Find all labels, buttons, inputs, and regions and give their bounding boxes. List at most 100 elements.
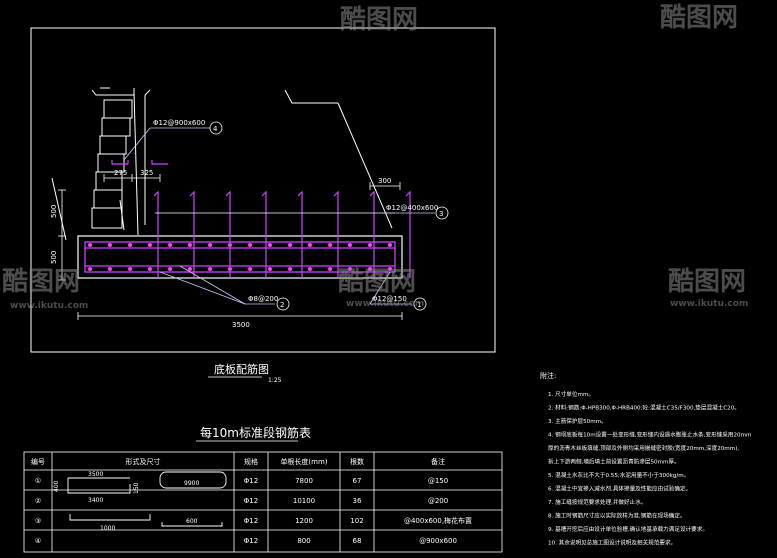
dim-275: 275 — [114, 169, 127, 177]
vertical-bar — [261, 190, 267, 278]
table-title: 每10m标准段钢筋表 — [200, 425, 311, 440]
vertical-bars — [153, 190, 411, 278]
dim-3500: 3500 — [232, 321, 250, 329]
drawing-scale: 1:25 — [268, 377, 282, 384]
note-line: 9. 基槽开挖后应由设计单位验槽,确认地基承载力满足设计要求。 — [548, 525, 708, 533]
rebar-dot — [168, 267, 172, 271]
shape-2: 9900 — [184, 480, 199, 487]
vertical-bar — [297, 190, 303, 278]
rebar-dot — [308, 243, 312, 247]
table-cell: 67 — [353, 477, 362, 485]
rebar-dot — [88, 267, 92, 271]
table-header-cell: 根数 — [350, 457, 364, 466]
rebar-dot — [88, 243, 92, 247]
rebar-dot — [128, 243, 132, 247]
notes-title: 附注: — [540, 371, 556, 380]
dim-500-upper: 500 — [50, 205, 58, 218]
note-line: 6. 混凝土中宜掺入减水剂,具体掺量及性能应由试验确定。 — [548, 485, 691, 493]
note-line: 8. 施工时钢筋尺寸应以实际放样为准,钢筋在现场确定。 — [548, 512, 686, 520]
table-cell: 1200 — [295, 517, 313, 525]
rebar-dot — [248, 243, 252, 247]
watermark-brand-1: 酷图网 — [2, 267, 80, 297]
table-cell: Φ12 — [244, 517, 258, 525]
rebar-dot — [148, 267, 152, 271]
stone-wall — [91, 88, 151, 236]
note-line: 10. 其余说明见总施工图设计说明及相关规范要求。 — [548, 539, 676, 547]
note-line: 1. 尺寸单位mm。 — [548, 390, 594, 398]
shape-1-bottom: 3400 — [88, 497, 103, 504]
table-cell: ① — [35, 477, 41, 485]
rebar-dot — [208, 267, 212, 271]
vertical-bar — [333, 190, 339, 278]
rebar-dot — [108, 267, 112, 271]
rebar-dot — [268, 267, 272, 271]
notes-block: 附注: 1. 尺寸单位mm。 2. 材料:钢筋:Φ-HPB300,Φ-HRB400;… — [540, 371, 751, 547]
dim-300: 300 — [378, 177, 391, 185]
slope-lines — [51, 87, 393, 241]
shape-1-left: 400 — [53, 480, 60, 492]
table-header-cell: 形式及尺寸 — [126, 457, 161, 466]
table-cell: @400x600,梅花布置 — [404, 516, 472, 525]
watermark-brand-5: 酷图网 — [668, 267, 746, 297]
vertical-bar — [369, 190, 375, 278]
rebar-dot — [148, 243, 152, 247]
callout-2-num: 2 — [280, 301, 284, 309]
watermark-url-1: www.ikutu.com — [10, 301, 88, 311]
vertical-bar — [153, 190, 159, 278]
note-line: 2. 材料:钢筋:Φ-HPB300,Φ-HRB400;砼:混凝土C35/F300… — [548, 404, 740, 412]
watermark: 酷图网 www.ikutu.com 酷图网 酷图网 酷图网 www.ikutu.… — [2, 3, 748, 311]
table-cell: ③ — [35, 517, 41, 525]
table-cell: 800 — [297, 537, 310, 545]
table-cell: 36 — [353, 497, 362, 505]
note-line: 4. 钢坝底板每10m设置一处变形缝,变形缝内设遇水膨胀止水条,变形缝采用20m… — [548, 431, 751, 439]
note-line: 7. 施工缝按规范要求处理,并做好止水。 — [548, 498, 646, 506]
rebar-dot — [388, 243, 392, 247]
dim-325: 325 — [140, 169, 153, 177]
callout-4-text: Φ12@900x600 — [153, 119, 205, 127]
table-cell: 10100 — [293, 497, 315, 505]
callout-3-num: 3 — [439, 210, 443, 218]
note-line: 拆上下游两侧,墙后填土前设置沥青防渗层50mm厚。 — [548, 458, 680, 466]
dim-500-lower: 500 — [50, 251, 58, 264]
table-cell: Φ12 — [244, 497, 258, 505]
watermark-url-4: www.ikutu.com — [346, 299, 424, 309]
watermark-brand-2: 酷图网 — [340, 5, 418, 35]
table-cell: @200 — [428, 497, 448, 505]
note-line: 5. 混凝土水灰比不大于0.55;水泥用量不小于300kg/m。 — [548, 471, 689, 479]
vertical-bar — [189, 190, 195, 278]
callout-3-text: Φ12@400x600 — [386, 204, 438, 212]
shape-1-right: 150 — [133, 482, 140, 494]
rebar-dot — [168, 243, 172, 247]
rebar-dot — [348, 243, 352, 247]
rebar-dot — [128, 267, 132, 271]
callout-4-num: 4 — [213, 125, 218, 133]
shape-1-top: 3500 — [88, 471, 103, 478]
callout-2-text: Φ8@200 — [248, 295, 278, 303]
table-cell: ② — [35, 497, 41, 505]
rebar-dot — [368, 243, 372, 247]
shape-4: 600 — [186, 518, 198, 525]
table-cell: @900x600 — [419, 537, 457, 545]
table-cell: Φ12 — [244, 537, 258, 545]
drawing-title: 底板配筋图 — [214, 362, 269, 376]
table-cell: 102 — [350, 517, 363, 525]
table-cell: 68 — [353, 537, 362, 545]
rebar-dot — [188, 267, 192, 271]
table-header-cell: 编号 — [31, 457, 45, 466]
rebar-dot — [288, 243, 292, 247]
note-line: 3. 主筋保护层50mm。 — [548, 417, 607, 425]
shape-3: 1000 — [100, 525, 115, 532]
table-cell: ④ — [35, 537, 41, 545]
rebar-dot — [308, 267, 312, 271]
table-header-cell: 规格 — [244, 457, 258, 466]
rebar-dot — [288, 267, 292, 271]
note-line: 厚的沥青木丝板填缝,顶部及外侧均采用嵌缝密封胶(宽度20mm,深度20mm), — [548, 444, 739, 452]
cad-drawing: 275 325 300 500 500 3500 Φ12@900x600 4 Φ… — [2, 3, 751, 553]
table-cell: @150 — [428, 477, 448, 485]
rebar-dot — [248, 267, 252, 271]
rebar-dot — [328, 267, 332, 271]
watermark-url-5: www.ikutu.com — [670, 299, 748, 309]
rebar-dot — [208, 243, 212, 247]
rebar-dot — [268, 243, 272, 247]
table-header-cell: 单根长度(mm) — [280, 457, 327, 466]
